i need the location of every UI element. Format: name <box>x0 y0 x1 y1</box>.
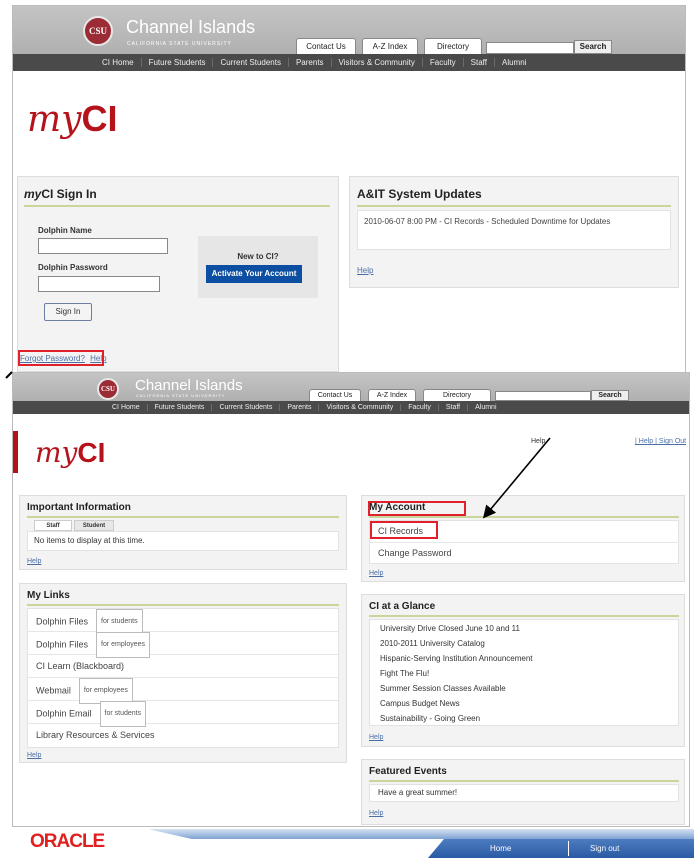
annotation-arrows <box>5 371 551 519</box>
arrow-left-fragment <box>5 371 13 379</box>
oracle-home-link[interactable]: Home <box>490 844 511 853</box>
oracle-divider <box>568 841 569 856</box>
oracle-signout-link[interactable]: Sign out <box>590 844 619 853</box>
arrow-to-my-account <box>482 437 551 519</box>
oracle-nav-band: Home Sign out <box>428 839 694 858</box>
oracle-footer: ORACLE Home Sign out <box>0 829 694 858</box>
oracle-band <box>148 829 694 839</box>
oracle-logo: ORACLE <box>30 831 105 852</box>
